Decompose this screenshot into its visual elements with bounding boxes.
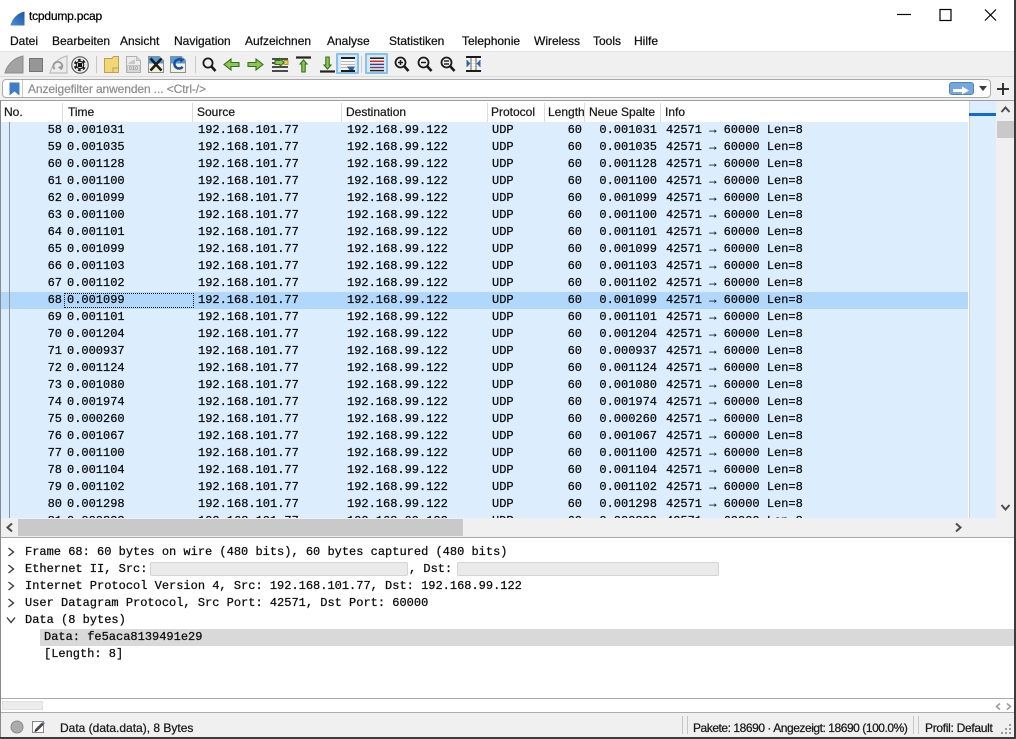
svg-text:010: 010 xyxy=(129,66,138,72)
